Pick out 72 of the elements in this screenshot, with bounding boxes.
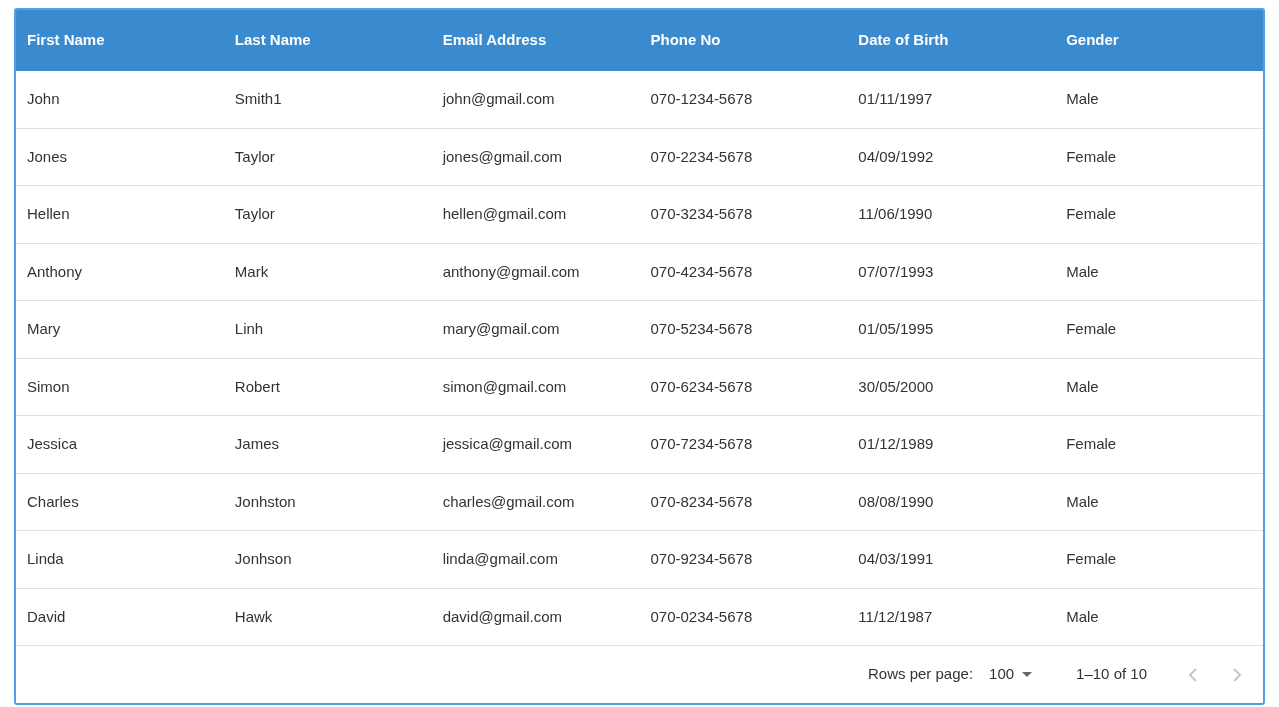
table-cell-text: 070-7234-5678 (649, 434, 754, 454)
table-cell-text: mary@gmail.com (441, 319, 561, 339)
table-cell-text: 01/12/1989 (857, 434, 935, 454)
table-cell-text: linda@gmail.com (441, 549, 559, 569)
table-cell-text: Hawk (233, 606, 274, 627)
table-cell-text: James (233, 434, 280, 454)
table-cell-text: Simon (26, 376, 71, 397)
table-cell-text: 08/08/1990 (857, 491, 935, 512)
table-cell-text: David (26, 606, 67, 627)
table-cell-text: 04/09/1992 (857, 146, 935, 167)
table-cell-text: Anthony (26, 261, 84, 282)
table-cell-text: hellen@gmail.com (441, 204, 568, 224)
table-cell-text: 30/05/2000 (857, 376, 935, 397)
table-cell-text: Smith1 (233, 89, 283, 109)
table-cell-text: 070-3234-5678 (649, 204, 754, 224)
table-cell-text: Mary (26, 319, 62, 339)
table-cell-text: 070-6234-5678 (649, 376, 754, 397)
table-cell-text: 070-5234-5678 (649, 319, 754, 339)
table-cell-text: Linda (26, 549, 65, 569)
column-header: Email Address (441, 30, 548, 51)
table-cell-text: jessica@gmail.com (441, 434, 574, 454)
table-cell-text: Male (1065, 89, 1100, 109)
rows-per-page-label: Rows per page: (868, 664, 974, 685)
table-cell-text: Male (1065, 491, 1100, 512)
table-cell-text: 070-2234-5678 (649, 146, 754, 167)
table-cell-text: Male (1065, 376, 1100, 397)
page-range: 1–10 of 10 (1076, 664, 1147, 685)
table-cell-text: simon@gmail.com (441, 376, 568, 397)
table-cell-text: 070-0234-5678 (649, 606, 754, 627)
caret-icon (1022, 672, 1033, 677)
table-cell-text: anthony@gmail.com (441, 261, 581, 282)
table-cell-text: Linh (233, 319, 265, 339)
table-cell-text: Jonhson (233, 549, 293, 569)
table-cell-text: Jessica (26, 434, 79, 454)
table-cell-text: Jonhston (233, 491, 297, 512)
table-cell-text: 11/12/1987 (857, 606, 934, 627)
table-cell-text: 01/05/1995 (857, 319, 935, 339)
chevron-right-icon (1232, 667, 1242, 682)
table-cell-text: jones@gmail.com (441, 146, 564, 167)
table-cell-text: 07/07/1993 (857, 261, 935, 282)
table-cell-text: 070-9234-5678 (649, 549, 754, 569)
column-header: Last Name (233, 30, 312, 51)
chevron-left-icon (1188, 667, 1198, 682)
column-header: Phone No (649, 30, 722, 51)
table-cell-text: 070-8234-5678 (649, 491, 754, 512)
rows-per-page-select[interactable]: 100 (989, 663, 1037, 686)
table-cell-text: Female (1065, 204, 1118, 224)
table-cell-text: John (26, 89, 61, 109)
table-cell-text: charles@gmail.com (441, 491, 576, 512)
table-cell-text: Female (1065, 434, 1118, 454)
table-cell-text: 070-4234-5678 (649, 261, 754, 282)
table-cell-text: Female (1065, 319, 1118, 339)
table-cell-text: Taylor (233, 146, 276, 167)
table-cell-text: Male (1065, 261, 1100, 282)
table-cell-text: david@gmail.com (441, 606, 564, 627)
table-cell-text: Robert (233, 376, 281, 397)
table-cell-text: Male (1065, 606, 1100, 627)
table-cell-text: Mark (233, 261, 270, 282)
table-cell-text: 11/06/1990 (857, 204, 934, 224)
table-cell-text: Female (1065, 146, 1118, 167)
table-cell-text: john@gmail.com (441, 89, 556, 109)
table-cell-text: Taylor (233, 204, 276, 224)
table-cell-text: 070-1234-5678 (649, 89, 754, 109)
column-header: Date of Birth (857, 30, 950, 51)
table-cell-text: 01/11/1997 (857, 89, 934, 109)
table-cell-text: Charles (26, 491, 80, 512)
table-cell-text: 04/03/1991 (857, 549, 935, 569)
table-cell-text: Jones (26, 146, 69, 167)
table-cell-text: Female (1065, 549, 1118, 569)
column-header: Gender (1065, 30, 1120, 51)
table-cell-text: Hellen (26, 204, 71, 224)
column-header: First Name (26, 30, 106, 51)
